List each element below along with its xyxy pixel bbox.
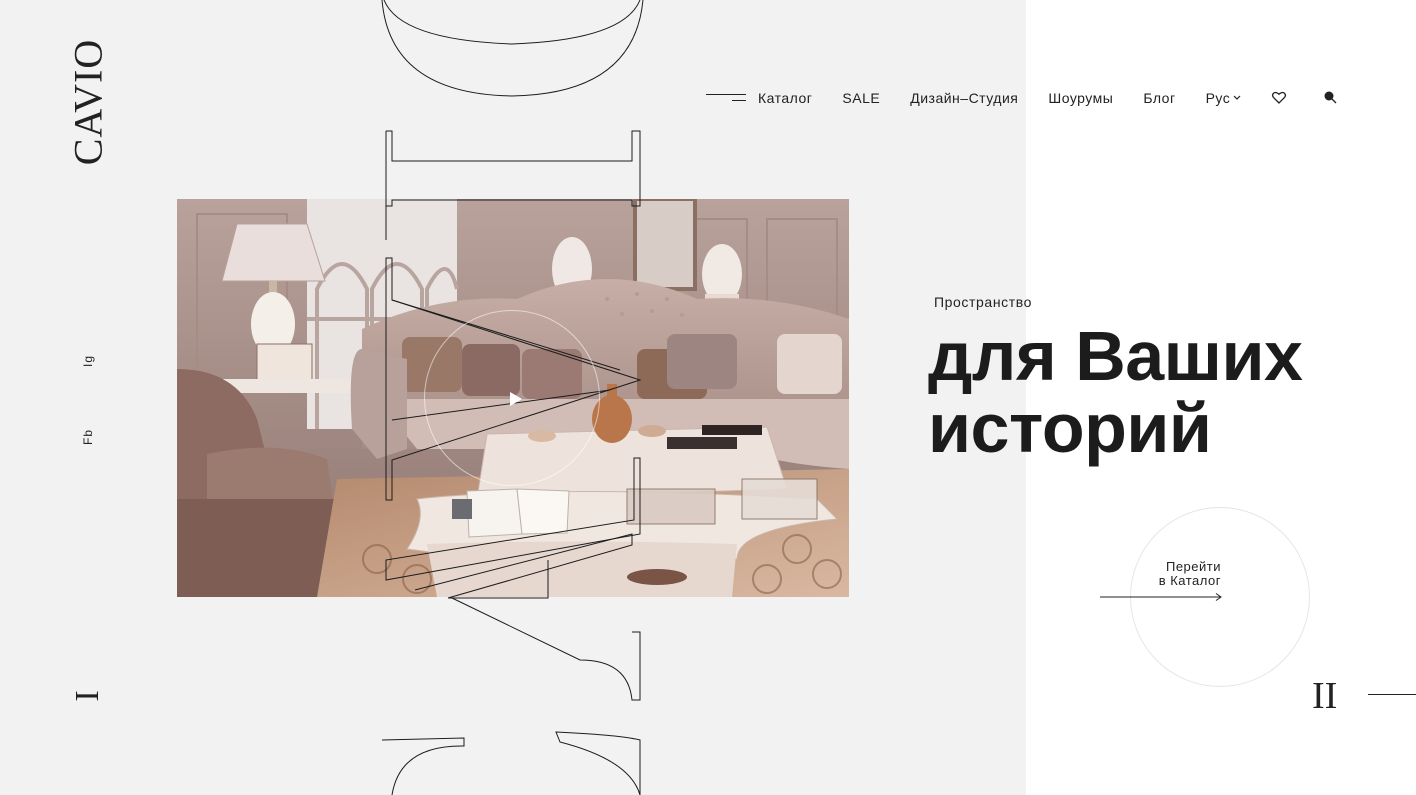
cta-line-1: Перейти <box>1165 559 1221 574</box>
nav-design-studio[interactable]: Дизайн–Студия <box>910 90 1018 106</box>
search-icon <box>1324 91 1337 104</box>
hero-headline-line-1: для Ваших <box>928 317 1303 395</box>
slide-indicator-line <box>1368 694 1416 695</box>
cta-line-2: в Каталог <box>1158 573 1221 588</box>
heart-icon <box>1272 91 1287 104</box>
chevron-down-icon <box>1233 95 1241 100</box>
instagram-link[interactable]: Ig <box>76 346 100 376</box>
instagram-label: Ig <box>81 354 95 368</box>
burger-menu-icon[interactable] <box>706 91 746 105</box>
cta-label: Перейти в Каталог <box>1159 560 1221 588</box>
play-icon <box>510 392 522 406</box>
language-selector[interactable]: Рус <box>1206 90 1242 106</box>
play-button[interactable] <box>424 310 600 486</box>
logo-text[interactable]: CAVIO <box>65 39 112 166</box>
hero-subtitle: Пространство <box>934 294 1033 310</box>
go-to-catalog-button[interactable]: Перейти в Каталог <box>1100 560 1224 602</box>
hero-headline-line-2: историй <box>928 389 1212 467</box>
slide-marker-next[interactable]: II <box>1312 674 1337 718</box>
arrow-right-icon <box>1100 593 1222 601</box>
language-label: Рус <box>1205 90 1231 106</box>
hero-headline: для Ваших историй <box>928 317 1303 467</box>
nav-showrooms[interactable]: Шоурумы <box>1048 90 1113 106</box>
nav-blog[interactable]: Блог <box>1143 90 1175 106</box>
logo[interactable]: CAVIO <box>66 39 111 166</box>
nav-catalog[interactable]: Каталог <box>758 90 812 106</box>
favorites-button[interactable] <box>1271 90 1287 106</box>
main-navigation: Каталог SALE Дизайн–Студия Шоурумы Блог … <box>706 86 1339 110</box>
search-button[interactable] <box>1323 90 1339 106</box>
nav-sale[interactable]: SALE <box>842 90 880 106</box>
slide-number-current: I <box>69 690 106 702</box>
facebook-label: Fb <box>81 428 95 446</box>
facebook-link[interactable]: Fb <box>76 422 100 452</box>
slide-marker-current[interactable]: I <box>69 678 106 714</box>
